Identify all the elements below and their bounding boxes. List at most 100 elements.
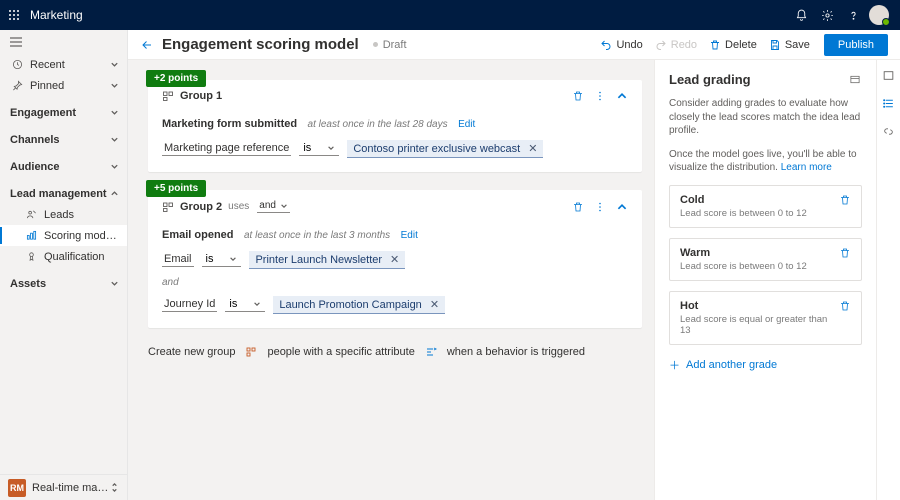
plus-icon: ＋: [669, 357, 680, 373]
group-overflow-button[interactable]: [594, 90, 606, 102]
rail-list-icon[interactable]: [880, 94, 898, 112]
group-icon: [162, 201, 174, 213]
undo-button[interactable]: Undo: [600, 39, 642, 51]
condition-value-chip[interactable]: Contoso printer exclusive webcast✕: [347, 140, 543, 158]
command-bar: Engagement scoring model Draft Undo Redo…: [128, 30, 900, 60]
nav-qualification[interactable]: Qualification: [0, 246, 127, 267]
condition-operator[interactable]: is: [225, 298, 265, 312]
panel-hint: Consider adding grades to evaluate how c…: [669, 97, 862, 138]
app-launcher-icon[interactable]: [8, 9, 20, 21]
attribute-icon[interactable]: [245, 346, 257, 358]
condition-operator[interactable]: is: [202, 253, 242, 267]
condition-field[interactable]: Journey Id: [162, 298, 217, 312]
help-icon[interactable]: [840, 0, 866, 30]
undo-icon: [600, 39, 612, 51]
group-title: Group 1: [180, 90, 222, 102]
chip-remove-icon[interactable]: ✕: [528, 142, 537, 155]
nav-section-audience[interactable]: Audience: [0, 156, 127, 177]
rules-canvas: +2 points Group 1 Marketing form submitt…: [128, 60, 654, 500]
nav-section-assets[interactable]: Assets: [0, 273, 127, 294]
notifications-icon[interactable]: [788, 0, 814, 30]
grade-delete-icon[interactable]: [839, 247, 851, 272]
group-delete-button[interactable]: [572, 201, 584, 213]
chip-remove-icon[interactable]: ✕: [430, 298, 439, 311]
save-button[interactable]: Save: [769, 39, 810, 51]
rule-edit-link[interactable]: Edit: [401, 230, 418, 241]
publish-button[interactable]: Publish: [824, 34, 888, 56]
create-behavior-option[interactable]: when a behavior is triggered: [447, 346, 585, 358]
grade-delete-icon[interactable]: [839, 300, 851, 336]
and-separator: and: [162, 277, 628, 288]
grade-subtitle: Lead score is between 0 to 12: [680, 208, 839, 219]
lead-grading-panel: Lead grading Consider adding grades to e…: [654, 60, 876, 500]
behavior-icon[interactable]: [425, 346, 437, 358]
status-indicator: [373, 42, 378, 47]
nav-leads[interactable]: Leads: [0, 204, 127, 225]
delete-button[interactable]: Delete: [709, 39, 757, 51]
create-group-label: Create new group: [148, 346, 235, 358]
app-name: Marketing: [30, 8, 83, 22]
rule-subtitle: at least once in the last 28 days: [308, 119, 448, 130]
updown-icon: [110, 482, 119, 493]
create-group-row: Create new group people with a specific …: [148, 346, 642, 358]
pin-icon: [10, 80, 24, 91]
points-badge: +5 points: [146, 180, 206, 197]
chip-remove-icon[interactable]: ✕: [390, 253, 399, 266]
condition-field[interactable]: Marketing page reference: [162, 142, 291, 156]
nav-pinned[interactable]: Pinned: [0, 75, 127, 96]
group-combine-operator[interactable]: and: [257, 200, 290, 213]
area-switcher[interactable]: RM Real-time marketi…: [0, 474, 127, 500]
grade-subtitle: Lead score is equal or greater than 13: [680, 314, 839, 336]
create-attribute-option[interactable]: people with a specific attribute: [267, 346, 414, 358]
chevron-down-icon: [110, 135, 119, 144]
scoring-group: +5 points Group 2 uses and Email opened: [148, 190, 642, 328]
rule-edit-link[interactable]: Edit: [458, 119, 475, 130]
redo-icon: [655, 39, 667, 51]
user-avatar[interactable]: [866, 0, 892, 30]
condition-operator[interactable]: is: [299, 142, 339, 156]
left-navigation: Recent Pinned Engagement Channels Audien…: [0, 30, 128, 500]
chevron-down-icon: [110, 108, 119, 117]
chevron-down-icon: [110, 81, 119, 90]
nav-scoring-models[interactable]: Scoring models: [0, 225, 127, 246]
back-button[interactable]: [140, 39, 154, 51]
side-panel-title: Lead grading: [669, 72, 862, 87]
group-delete-button[interactable]: [572, 90, 584, 102]
rule-subtitle: at least once in the last 3 months: [244, 230, 390, 241]
area-badge: RM: [8, 479, 26, 497]
redo-button[interactable]: Redo: [655, 39, 697, 51]
scoring-icon: [24, 230, 38, 241]
nav-section-channels[interactable]: Channels: [0, 129, 127, 150]
panel-hint: Once the model goes live, you'll be able…: [669, 148, 862, 175]
grade-card[interactable]: HotLead score is equal or greater than 1…: [669, 291, 862, 345]
chevron-down-icon: [110, 60, 119, 69]
status-label: Draft: [383, 39, 407, 51]
nav-collapse-icon[interactable]: [10, 37, 22, 47]
chevron-down-icon: [110, 279, 119, 288]
condition-value-chip[interactable]: Printer Launch Newsletter✕: [249, 251, 405, 269]
nav-section-engagement[interactable]: Engagement: [0, 102, 127, 123]
group-collapse-button[interactable]: [616, 90, 628, 102]
rail-card-icon[interactable]: [880, 66, 898, 84]
group-collapse-button[interactable]: [616, 201, 628, 213]
grade-delete-icon[interactable]: [839, 194, 851, 219]
page-title: Engagement scoring model: [162, 36, 359, 53]
rule-title: Marketing form submitted: [162, 118, 297, 130]
group-overflow-button[interactable]: [594, 201, 606, 213]
settings-gear-icon[interactable]: [814, 0, 840, 30]
condition-field[interactable]: Email: [162, 253, 194, 267]
grade-card[interactable]: ColdLead score is between 0 to 12: [669, 185, 862, 228]
add-grade-button[interactable]: ＋Add another grade: [669, 357, 862, 373]
nav-label: Pinned: [30, 80, 110, 92]
grade-card[interactable]: WarmLead score is between 0 to 12: [669, 238, 862, 281]
global-header: Marketing: [0, 0, 900, 30]
panel-view-icon[interactable]: [848, 74, 862, 85]
nav-section-lead-management[interactable]: Lead management: [0, 183, 127, 204]
learn-more-link[interactable]: Learn more: [781, 162, 832, 173]
nav-label: Recent: [30, 59, 110, 71]
chevron-down-icon: [110, 162, 119, 171]
condition-value-chip[interactable]: Launch Promotion Campaign✕: [273, 296, 445, 314]
nav-recent[interactable]: Recent: [0, 54, 127, 75]
rail-link-icon[interactable]: [880, 122, 898, 140]
area-label: Real-time marketi…: [32, 482, 110, 494]
